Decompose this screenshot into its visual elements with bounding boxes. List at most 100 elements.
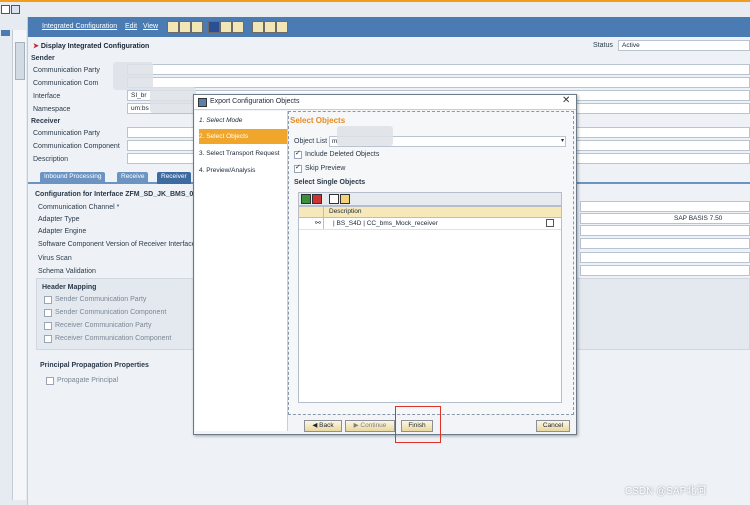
- channel-object-icon: ⚯: [315, 220, 321, 227]
- step-preview[interactable]: 4. Preview/Analysis: [199, 163, 287, 178]
- search-icon[interactable]: [340, 194, 350, 204]
- hm-sender-party-checkbox[interactable]: [44, 296, 52, 304]
- virus-scan-input[interactable]: [580, 252, 750, 263]
- propagate-principal-label: Propagate Principal: [57, 377, 119, 384]
- redaction-blur-2: [150, 87, 196, 113]
- title-accent-line: [0, 0, 750, 2]
- watermark: CSDN @SAP北河: [625, 486, 707, 497]
- pencil-icon[interactable]: [167, 21, 179, 33]
- export-dialog: Export Configuration Objects ✕ 1. Select…: [193, 94, 577, 435]
- checkmark-icon: ✓: [295, 150, 301, 157]
- dialog-titlebar: Export Configuration Objects ✕: [194, 95, 576, 110]
- receiver-heading: Receiver: [31, 118, 61, 125]
- display-icon[interactable]: [179, 21, 191, 33]
- main-menu-bar: Integrated Configuration Edit View: [28, 17, 750, 37]
- object-list-label: Object List: [294, 138, 328, 145]
- tab-receiver[interactable]: Receiver: [157, 172, 191, 184]
- principal-heading: Principal Propagation Properties: [40, 362, 149, 369]
- value-help-icon[interactable]: [546, 219, 554, 227]
- finish-highlight-box: [395, 406, 441, 443]
- table-toolbar: [298, 192, 562, 206]
- include-deleted-label: Include Deleted Objects: [305, 151, 380, 158]
- hm-receiver-party-checkbox[interactable]: [44, 322, 52, 330]
- swcv-input[interactable]: [580, 238, 750, 249]
- menu-integrated-config[interactable]: Integrated Configuration: [42, 23, 117, 30]
- copy-row-icon[interactable]: [329, 194, 339, 204]
- display-arrow-icon: ➤: [33, 43, 39, 50]
- scroll-thumb[interactable]: [15, 42, 25, 80]
- history-icon[interactable]: [264, 21, 276, 33]
- hm-sender-component-label: Sender Communication Component: [55, 309, 167, 316]
- close-icon[interactable]: ✕: [562, 95, 570, 106]
- sender-component-input[interactable]: [127, 77, 750, 88]
- skip-preview-checkbox[interactable]: ✓: [294, 164, 302, 173]
- table-header-description: Description: [329, 208, 362, 215]
- interface-value: SI_br: [131, 92, 147, 99]
- receiver-field-component: Communication Component: [33, 143, 120, 150]
- step-select-transport[interactable]: 3. Select Transport Request: [199, 146, 287, 161]
- export-icon[interactable]: [276, 21, 288, 33]
- checkmark-icon: ✓: [295, 164, 301, 171]
- config-field-virus-scan: Virus Scan: [38, 255, 72, 262]
- cancel-button[interactable]: Cancel: [536, 420, 570, 432]
- where-used-icon[interactable]: [232, 21, 244, 33]
- dialog-main-panel: Select Objects Object List m ▾ ✓ Include…: [288, 111, 574, 415]
- config-field-schema-validation: Schema Validation: [38, 268, 96, 275]
- table-row[interactable]: ⚯ | BS_S4D | CC_bms_Mock_receiver: [299, 218, 561, 230]
- adapter-engine-input[interactable]: [580, 225, 750, 236]
- step-select-mode[interactable]: 1. Select Mode: [199, 113, 287, 128]
- include-deleted-checkbox[interactable]: ✓: [294, 150, 302, 159]
- table-header-row: Description: [299, 207, 561, 218]
- propagate-principal-checkbox[interactable]: [46, 377, 54, 385]
- menu-edit[interactable]: Edit: [125, 23, 137, 30]
- schema-validation-input[interactable]: [580, 265, 750, 276]
- collapse-icon[interactable]: [1, 30, 10, 36]
- config-field-adapter-type: Adapter Type: [38, 216, 80, 223]
- sender-field-party: Communication Party: [33, 67, 100, 74]
- config-field-adapter-engine: Adapter Engine: [38, 228, 87, 235]
- sender-party-input[interactable]: [127, 64, 750, 75]
- redaction-blur-3: [337, 126, 393, 146]
- step-select-objects[interactable]: 2. Select Objects: [199, 129, 287, 144]
- hm-receiver-component-checkbox[interactable]: [44, 335, 52, 343]
- continue-button[interactable]: ▶ Continue: [345, 420, 395, 432]
- single-objects-label: Select Single Objects: [294, 179, 366, 186]
- toolbar-icon-1[interactable]: [1, 5, 10, 14]
- left-scrollbar[interactable]: [12, 30, 26, 500]
- config-field-channel: Communication Channel *: [38, 204, 120, 211]
- dialog-title: Export Configuration Objects: [210, 98, 300, 105]
- info-icon[interactable]: [208, 21, 220, 33]
- print-icon[interactable]: [252, 21, 264, 33]
- objects-table: Description ⚯ | BS_S4D | CC_bms_Mock_rec…: [298, 206, 562, 403]
- adapter-type-value: SAP BASIS 7.50: [674, 215, 723, 222]
- hm-receiver-party-label: Receiver Communication Party: [55, 322, 152, 329]
- config-field-swcv: Software Component Version of Receiver I…: [38, 241, 196, 248]
- window-titlebar: [0, 0, 750, 18]
- dialog-app-icon: [198, 98, 207, 107]
- menu-view[interactable]: View: [143, 23, 158, 30]
- channel-input[interactable]: [580, 201, 750, 212]
- copy-icon[interactable]: [191, 21, 203, 33]
- status-value: Active: [622, 42, 640, 49]
- header-mapping-heading: Header Mapping: [42, 284, 97, 291]
- hm-sender-component-checkbox[interactable]: [44, 309, 52, 317]
- dropdown-arrow-icon[interactable]: ▾: [561, 137, 564, 144]
- tab-inbound-processing[interactable]: Inbound Processing: [40, 172, 106, 184]
- receiver-field-party: Communication Party: [33, 130, 100, 137]
- config-heading: Configuration for Interface ZFM_SD_JK_BM…: [35, 191, 202, 198]
- sender-field-interface: Interface: [33, 93, 61, 100]
- remove-row-icon[interactable]: [312, 194, 322, 204]
- hm-sender-party-label: Sender Communication Party: [55, 296, 147, 303]
- skip-preview-label: Skip Preview: [305, 165, 346, 172]
- adapter-type-input[interactable]: SAP BASIS 7.50: [580, 213, 750, 224]
- page-title: ➤ Display Integrated Configuration: [33, 43, 150, 50]
- receiver-field-description: Description: [33, 156, 69, 163]
- tab-receive[interactable]: Receive: [117, 172, 149, 184]
- add-row-icon[interactable]: [301, 194, 311, 204]
- compare-icon[interactable]: [220, 21, 232, 33]
- back-button[interactable]: ◀ Back: [304, 420, 342, 432]
- namespace-value: um:bs: [131, 105, 149, 112]
- status-label: Status: [593, 42, 613, 49]
- toolbar-icon-2[interactable]: [11, 5, 20, 14]
- sender-field-namespace: Namespace: [33, 106, 71, 113]
